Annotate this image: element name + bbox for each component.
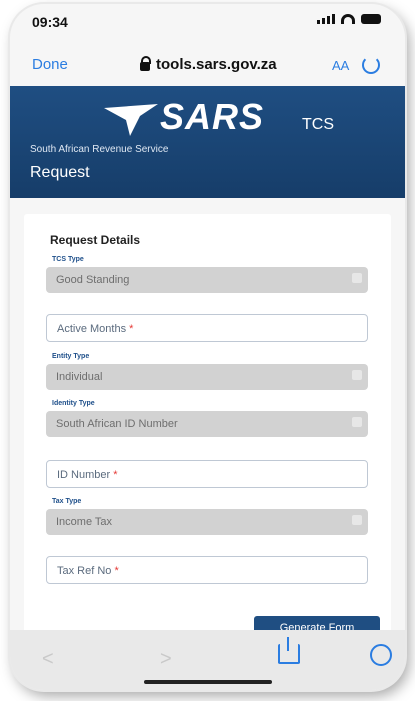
id-number-field[interactable]: ID Number *	[46, 460, 368, 488]
required-mark: *	[113, 469, 118, 481]
chevron-down-icon	[352, 515, 362, 525]
sars-header: SARS TCS South African Revenue Service R…	[10, 86, 405, 198]
id-number-placeholder: ID Number	[57, 469, 111, 481]
active-months-placeholder: Active Months	[57, 323, 127, 335]
back-arrow-icon[interactable]: <	[42, 648, 54, 671]
tcs-type-value: Good Standing	[56, 274, 130, 286]
signal-icon	[317, 14, 335, 24]
entity-type-value: Individual	[56, 371, 103, 383]
organisation-name: South African Revenue Service	[30, 144, 169, 155]
required-mark: *	[129, 323, 134, 335]
wifi-icon	[341, 14, 355, 24]
entity-type-label: Entity Type	[52, 353, 90, 360]
status-time: 09:34	[32, 14, 68, 30]
identity-type-label: Identity Type	[52, 400, 95, 407]
home-indicator	[144, 680, 272, 684]
chevron-down-icon	[352, 273, 362, 283]
browser-toolbar: Done tools.sars.gov.za AA	[10, 48, 405, 82]
chevron-down-icon	[352, 370, 362, 380]
compass-icon[interactable]	[370, 644, 392, 666]
tax-type-label: Tax Type	[52, 498, 82, 505]
done-button[interactable]: Done	[32, 56, 68, 73]
tax-type-value: Income Tax	[56, 516, 113, 528]
reload-icon[interactable]	[362, 56, 380, 74]
share-icon[interactable]	[278, 637, 300, 664]
page-title: Request	[30, 164, 90, 181]
identity-type-value: South African ID Number	[56, 418, 178, 430]
tax-type-select[interactable]: Income Tax	[46, 509, 368, 535]
service-code: TCS	[302, 116, 334, 133]
url-bar[interactable]: tools.sars.gov.za	[140, 56, 277, 73]
phone-frame: 09:34 Done tools.sars.gov.za AA SARS TCS…	[10, 4, 405, 690]
identity-type-select[interactable]: South African ID Number	[46, 411, 368, 437]
lock-icon	[140, 56, 151, 71]
text-size-button[interactable]: AA	[332, 58, 349, 73]
tax-ref-field[interactable]: Tax Ref No *	[46, 556, 368, 584]
forward-arrow-icon[interactable]: >	[160, 648, 172, 671]
entity-type-select[interactable]: Individual	[46, 364, 368, 390]
request-form: Request Details TCS Type Good Standing A…	[24, 214, 391, 640]
tcs-type-select[interactable]: Good Standing	[46, 267, 368, 293]
sars-logo-text: SARS	[160, 96, 265, 137]
status-icons	[317, 14, 381, 24]
tax-ref-placeholder: Tax Ref No	[57, 565, 112, 577]
status-bar: 09:34	[10, 4, 405, 34]
url-text: tools.sars.gov.za	[156, 56, 277, 73]
form-title: Request Details	[50, 233, 141, 247]
chevron-down-icon	[352, 417, 362, 427]
battery-icon	[361, 14, 381, 24]
required-mark: *	[114, 565, 119, 577]
tcs-type-label: TCS Type	[52, 256, 84, 263]
active-months-field[interactable]: Active Months *	[46, 314, 368, 342]
